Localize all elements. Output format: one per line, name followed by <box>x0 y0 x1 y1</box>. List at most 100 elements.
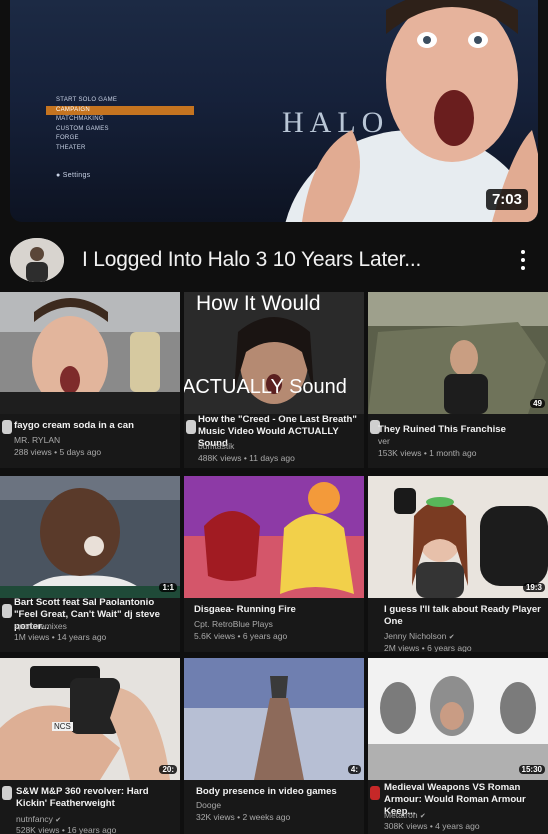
video-card[interactable]: 15:30 Medieval Weapons VS Roman Armour: … <box>368 658 548 834</box>
featured-info: I Logged Into Halo 3 10 Years Later... <box>10 236 538 284</box>
video-meta: Medieval Weapons VS Roman Armour: Would … <box>368 780 548 834</box>
video-meta: They Ruined This Franchise ver 153K view… <box>368 414 548 468</box>
video-stats: 1M views • 14 years ago <box>14 632 107 642</box>
duration-badge: 1:1 <box>159 583 177 592</box>
video-meta: S&W M&P 360 revolver: Hard Kickin' Feath… <box>0 780 180 834</box>
video-card[interactable]: 1:1 Bart Scott feat Sal Paolantonio "Fee… <box>0 476 180 652</box>
upload-age: 14 years ago <box>57 632 107 642</box>
video-stats: 488K views • 11 days ago <box>198 453 295 463</box>
video-card[interactable]: 19:3 I guess I'll talk about Ready Playe… <box>368 476 548 652</box>
video-thumbnail[interactable] <box>368 292 548 414</box>
video-stats: 288 views • 5 days ago <box>14 447 102 457</box>
upload-age: 1 month ago <box>429 448 477 458</box>
video-card[interactable]: Disgaea- Running Fire Cpt. RetroBlue Pla… <box>184 476 364 652</box>
video-thumbnail[interactable] <box>184 658 364 780</box>
channel-avatar[interactable] <box>2 604 12 618</box>
featured-video[interactable]: START SOLO GAME CAMPAIGN MATCHMAKING CUS… <box>0 0 548 292</box>
video-meta: Disgaea- Running Fire Cpt. RetroBlue Pla… <box>184 598 364 652</box>
channel-name[interactable]: Dooge <box>196 800 221 810</box>
video-stats: 5.6K views • 6 years ago <box>194 631 288 641</box>
thumbnail-caption-bottom: ACTUALLY Sound <box>184 376 347 398</box>
channel-name[interactable]: bumtastik <box>198 441 234 451</box>
featured-thumbnail[interactable]: START SOLO GAME CAMPAIGN MATCHMAKING CUS… <box>10 0 538 222</box>
view-count: 5.6K views <box>194 631 236 641</box>
video-card[interactable]: faygo cream soda in a can MR. RYLAN 288 … <box>0 292 180 468</box>
video-title[interactable]: faygo cream soda in a can <box>14 420 174 432</box>
channel-avatar[interactable] <box>186 420 196 434</box>
channel-avatar[interactable] <box>370 786 380 800</box>
video-card[interactable]: NCS 20: S&W M&P 360 revolver: Hard Kicki… <box>0 658 180 834</box>
duration-badge: 49 <box>530 399 545 408</box>
halo-menu-item: MATCHMAKING <box>56 116 104 122</box>
video-thumbnail[interactable] <box>184 476 364 598</box>
video-meta: faygo cream soda in a can MR. RYLAN 288 … <box>0 414 180 468</box>
avatar-icon <box>10 238 64 282</box>
channel-name[interactable]: Jenny Nicholson <box>384 631 446 641</box>
upload-age: 11 days ago <box>249 453 295 463</box>
view-count: 488K views <box>198 453 242 463</box>
halo-menu: START SOLO GAME CAMPAIGN MATCHMAKING CUS… <box>46 96 194 206</box>
channel-avatar[interactable] <box>10 238 64 282</box>
duration-badge: 20: <box>159 765 177 774</box>
thumbnail-caption-top: How It Would <box>196 292 321 315</box>
channel-name-row: nutnfancy ✔ <box>16 814 61 824</box>
video-card[interactable]: How It Would ACTUALLY Sound How the "Cre… <box>184 292 364 468</box>
channel-name[interactable]: ver <box>378 436 390 446</box>
channel-name[interactable]: MR. RYLAN <box>14 435 60 445</box>
video-grid: faygo cream soda in a can MR. RYLAN 288 … <box>0 292 548 834</box>
view-count: 153K views <box>378 448 422 458</box>
channel-name[interactable]: nutnfancy <box>16 814 53 824</box>
more-options-icon[interactable] <box>514 245 532 275</box>
upload-age: 6 years ago <box>427 643 472 652</box>
upload-age: 4 years ago <box>435 821 480 831</box>
halo-menu-item-active: CAMPAIGN <box>46 105 194 115</box>
video-card[interactable]: 4: Body presence in video games Dooge 32… <box>184 658 364 834</box>
channel-avatar[interactable] <box>2 420 12 434</box>
video-card[interactable]: 49 They Ruined This Franchise ver 153K v… <box>368 292 548 468</box>
view-count: 32K views <box>196 812 235 822</box>
video-thumbnail[interactable] <box>368 476 548 598</box>
video-meta: Bart Scott feat Sal Paolantonio "Feel Gr… <box>0 597 180 652</box>
video-title[interactable]: They Ruined This Franchise <box>378 424 538 436</box>
channel-avatar[interactable] <box>2 786 12 800</box>
settings-icon: ● <box>56 172 61 179</box>
video-stats: 153K views • 1 month ago <box>378 448 477 458</box>
halo-menu-item: THEATER <box>56 144 86 151</box>
video-thumbnail[interactable] <box>368 658 548 780</box>
duration-badge: 15:30 <box>518 765 545 774</box>
upload-age: 5 days ago <box>59 447 102 457</box>
channel-name[interactable]: Cpt. RetroBlue Plays <box>194 619 273 629</box>
halo-menu-settings: ● Settings <box>46 171 194 181</box>
view-count: 1M views <box>14 632 50 642</box>
video-title[interactable]: Body presence in video games <box>196 786 356 798</box>
video-thumbnail[interactable] <box>0 292 180 414</box>
duration-badge: 7:03 <box>485 189 528 210</box>
channel-name[interactable]: sportsremixes <box>14 621 67 631</box>
featured-title[interactable]: I Logged Into Halo 3 10 Years Later... <box>82 248 421 272</box>
verified-icon: ✔ <box>448 634 455 641</box>
view-count: 2M views <box>384 643 420 652</box>
video-title[interactable]: S&W M&P 360 revolver: Hard Kickin' Feath… <box>16 786 176 810</box>
video-meta: I guess I'll talk about Ready Player One… <box>368 598 548 652</box>
video-stats: 2M views • 6 years ago <box>384 643 472 652</box>
video-thumbnail[interactable] <box>0 476 180 598</box>
verified-icon: ✔ <box>419 813 426 820</box>
halo-menu-item: FORGE <box>56 135 79 141</box>
halo-menu-item: CUSTOM GAMES <box>56 125 109 132</box>
video-title[interactable]: I guess I'll talk about Ready Player One <box>384 604 544 628</box>
video-title[interactable]: Disgaea- Running Fire <box>194 604 354 616</box>
channel-name-row: Metatron ✔ <box>384 810 426 820</box>
verified-icon: ✔ <box>55 817 62 824</box>
thumbnail-caption: NCS <box>52 722 73 731</box>
duration-badge: 19:3 <box>522 583 545 592</box>
video-stats: 308K views • 4 years ago <box>384 821 480 831</box>
channel-name-row: Jenny Nicholson ✔ <box>384 631 455 641</box>
duration-badge: 4: <box>347 765 361 774</box>
halo-settings-label: Settings <box>62 172 91 179</box>
view-count: 288 views <box>14 447 52 457</box>
upload-age: 2 weeks ago <box>242 812 291 822</box>
video-thumbnail[interactable] <box>0 658 180 780</box>
channel-name[interactable]: Metatron <box>384 810 418 820</box>
view-count: 308K views <box>384 821 428 831</box>
video-meta: How the "Creed - One Last Breath" Music … <box>184 414 364 468</box>
